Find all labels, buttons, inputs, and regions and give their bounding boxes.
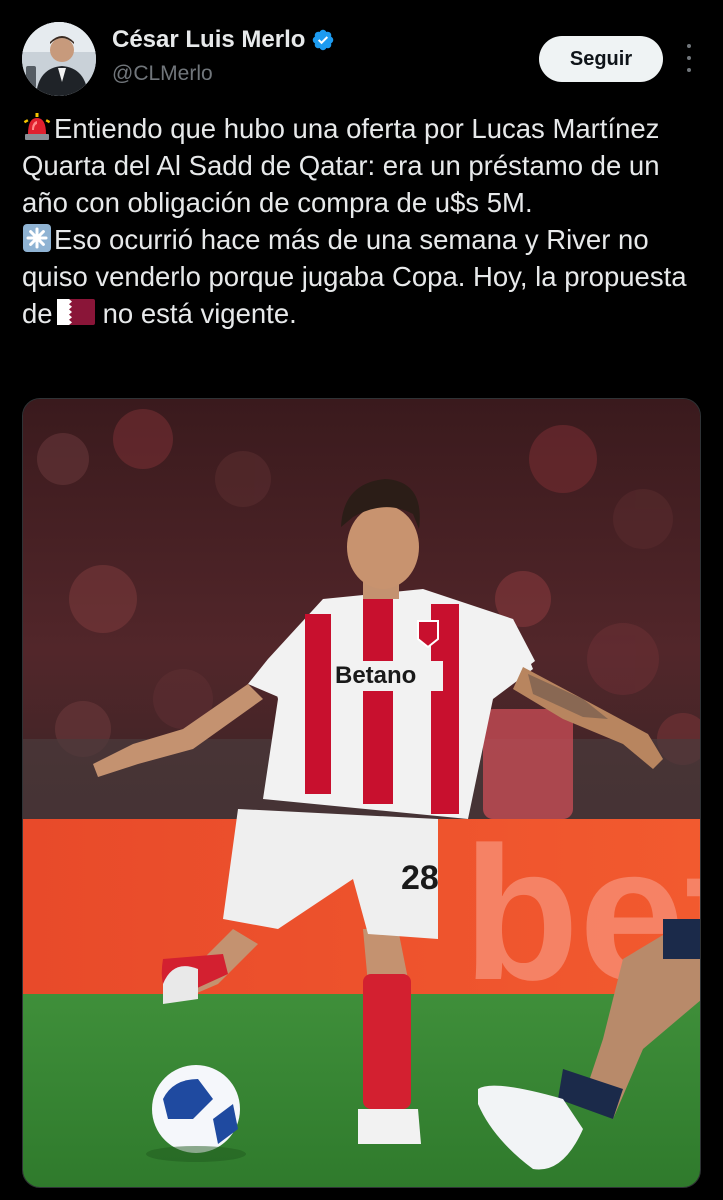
tweet-card: César Luis Merlo @CLMerlo Seguir Entiend… [0,0,723,1200]
more-dot [687,56,691,60]
verified-badge-icon [313,29,334,51]
rotating-light-icon [23,113,51,140]
author-block: César Luis Merlo @CLMerlo [112,26,335,86]
jersey-sponsor: Betano [335,662,416,689]
soccer-player-photo: bet 28 [23,399,700,1187]
tweet-photo[interactable]: bet 28 [22,398,701,1188]
more-vertical-icon[interactable] [681,44,697,72]
follow-button[interactable]: Seguir [539,36,663,82]
shirt-number: 28 [401,859,439,897]
author-handle[interactable]: @CLMerlo [112,62,335,86]
qatar-flag-icon [56,299,95,325]
author-name-row: César Luis Merlo [112,26,335,54]
tweet-text: Entiendo que hubo una oferta por Lucas M… [22,110,702,332]
eight-spoked-asterisk-icon [23,224,51,252]
author-name[interactable]: César Luis Merlo [112,26,305,54]
more-dot [687,68,691,72]
avatar[interactable] [22,22,96,96]
tweet-paragraph-1: Entiendo que hubo una oferta por Lucas M… [22,113,660,218]
more-dot [687,44,691,48]
avatar-person-icon [22,22,96,96]
tweet-paragraph-2-end: no está vigente. [102,298,297,329]
tweet-header: César Luis Merlo @CLMerlo Seguir [22,22,701,98]
